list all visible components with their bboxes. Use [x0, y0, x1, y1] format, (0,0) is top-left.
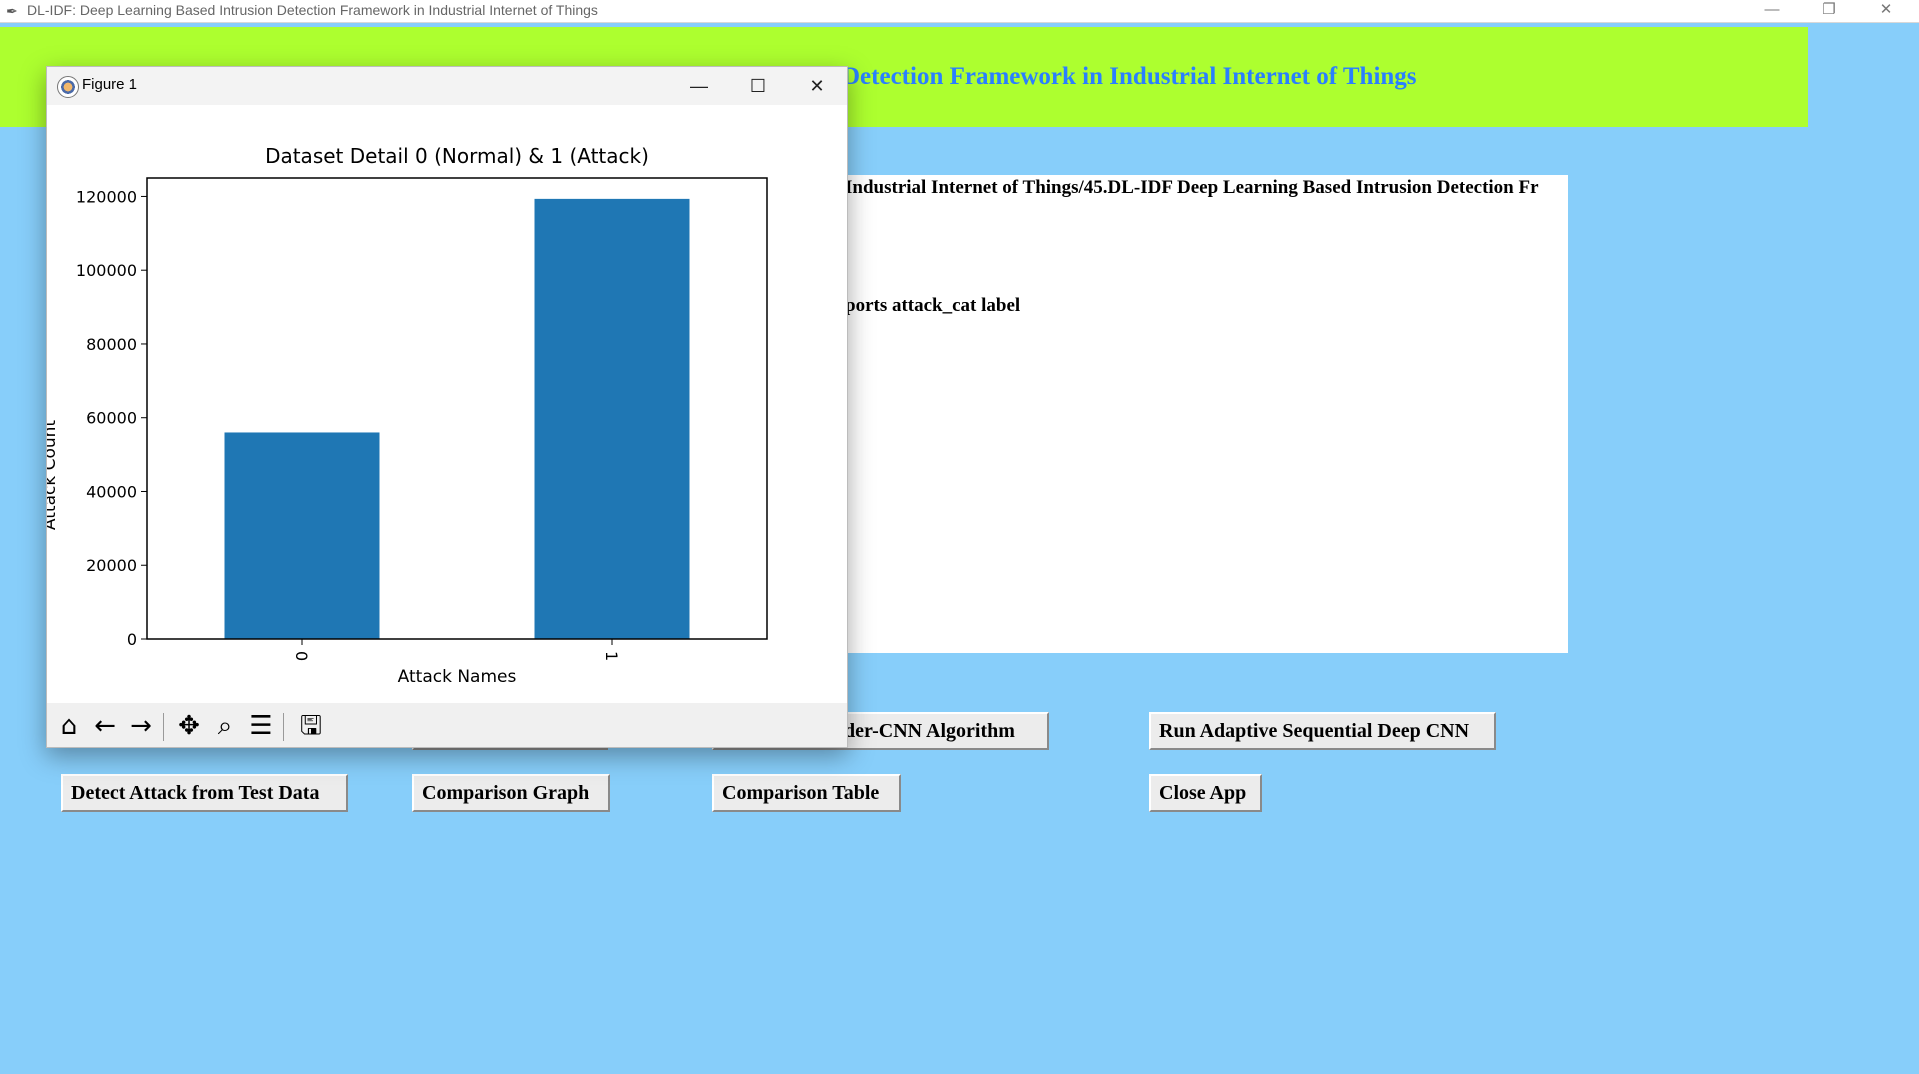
- app-titlebar: ✒ DL-IDF: Deep Learning Based Intrusion …: [0, 0, 1919, 23]
- pan-icon[interactable]: ✥: [173, 711, 205, 743]
- y-tick-label: 100000: [76, 261, 137, 280]
- y-tick-label: 20000: [86, 556, 137, 575]
- back-arrow-icon[interactable]: ←: [89, 711, 121, 743]
- save-icon[interactable]: 🖫: [295, 711, 327, 743]
- detect-attack-button[interactable]: Detect Attack from Test Data: [61, 774, 348, 812]
- output-line-path: Industrial Internet of Things/45.DL-IDF …: [845, 177, 1539, 198]
- configure-subplots-icon[interactable]: ☰: [245, 711, 277, 743]
- comparison-graph-button[interactable]: Comparison Graph: [412, 774, 610, 812]
- minimize-button[interactable]: —: [1749, 0, 1795, 22]
- close-app-button[interactable]: Close App: [1149, 774, 1262, 812]
- toolbar-separator: [163, 713, 164, 741]
- y-tick-label: 60000: [86, 409, 137, 428]
- run-adaptive-cnn-button[interactable]: Run Adaptive Sequential Deep CNN: [1149, 712, 1496, 750]
- y-axis-label: Attack Count: [47, 420, 60, 530]
- figure-minimize-button[interactable]: —: [679, 72, 719, 100]
- header-title: Detection Framework in Industrial Intern…: [842, 63, 1417, 90]
- app-title: DL-IDF: Deep Learning Based Intrusion De…: [27, 2, 598, 18]
- bar-0: [224, 432, 380, 639]
- restore-button[interactable]: ❐: [1806, 0, 1852, 22]
- figure-close-button[interactable]: ✕: [797, 72, 837, 100]
- bar-chart: Dataset Detail 0 (Normal) & 1 (Attack) A…: [40, 144, 768, 687]
- figure-window[interactable]: Figure 1 — ☐ ✕ Dataset Detail 0 (Normal)…: [40, 66, 848, 748]
- comparison-table-button[interactable]: Comparison Table: [712, 774, 901, 812]
- output-line-columns: ports attack_cat label: [845, 295, 1021, 316]
- output-text-area[interactable]: Industrial Internet of Things/45.DL-IDF …: [831, 175, 1568, 653]
- figure-maximize-button[interactable]: ☐: [738, 72, 778, 100]
- close-window-button[interactable]: ✕: [1863, 0, 1909, 22]
- figure-toolbar: ⌂ ← → ✥ ⌕ ☰ 🖫: [47, 703, 847, 747]
- zoom-icon[interactable]: ⌕: [209, 711, 241, 743]
- y-tick-label: 0: [127, 630, 137, 649]
- y-tick-label: 120000: [76, 187, 137, 206]
- x-tick-label: 0: [292, 651, 311, 661]
- toolbar-separator: [283, 713, 284, 741]
- matplotlib-logo-icon: [57, 76, 79, 98]
- chart-title: Dataset Detail 0 (Normal) & 1 (Attack): [265, 144, 649, 168]
- figure-titlebar[interactable]: Figure 1 — ☐ ✕: [47, 67, 847, 105]
- y-tick-label: 80000: [86, 335, 137, 354]
- x-axis-label: Attack Names: [398, 667, 517, 687]
- bar-1: [534, 198, 690, 639]
- feather-app-icon: ✒: [6, 3, 18, 19]
- figure-title: Figure 1: [82, 76, 138, 93]
- x-tick-label: 1: [602, 651, 621, 661]
- y-tick-label: 40000: [86, 482, 137, 501]
- home-icon[interactable]: ⌂: [53, 711, 85, 743]
- forward-arrow-icon[interactable]: →: [125, 711, 157, 743]
- plot-area: Dataset Detail 0 (Normal) & 1 (Attack) A…: [40, 105, 847, 703]
